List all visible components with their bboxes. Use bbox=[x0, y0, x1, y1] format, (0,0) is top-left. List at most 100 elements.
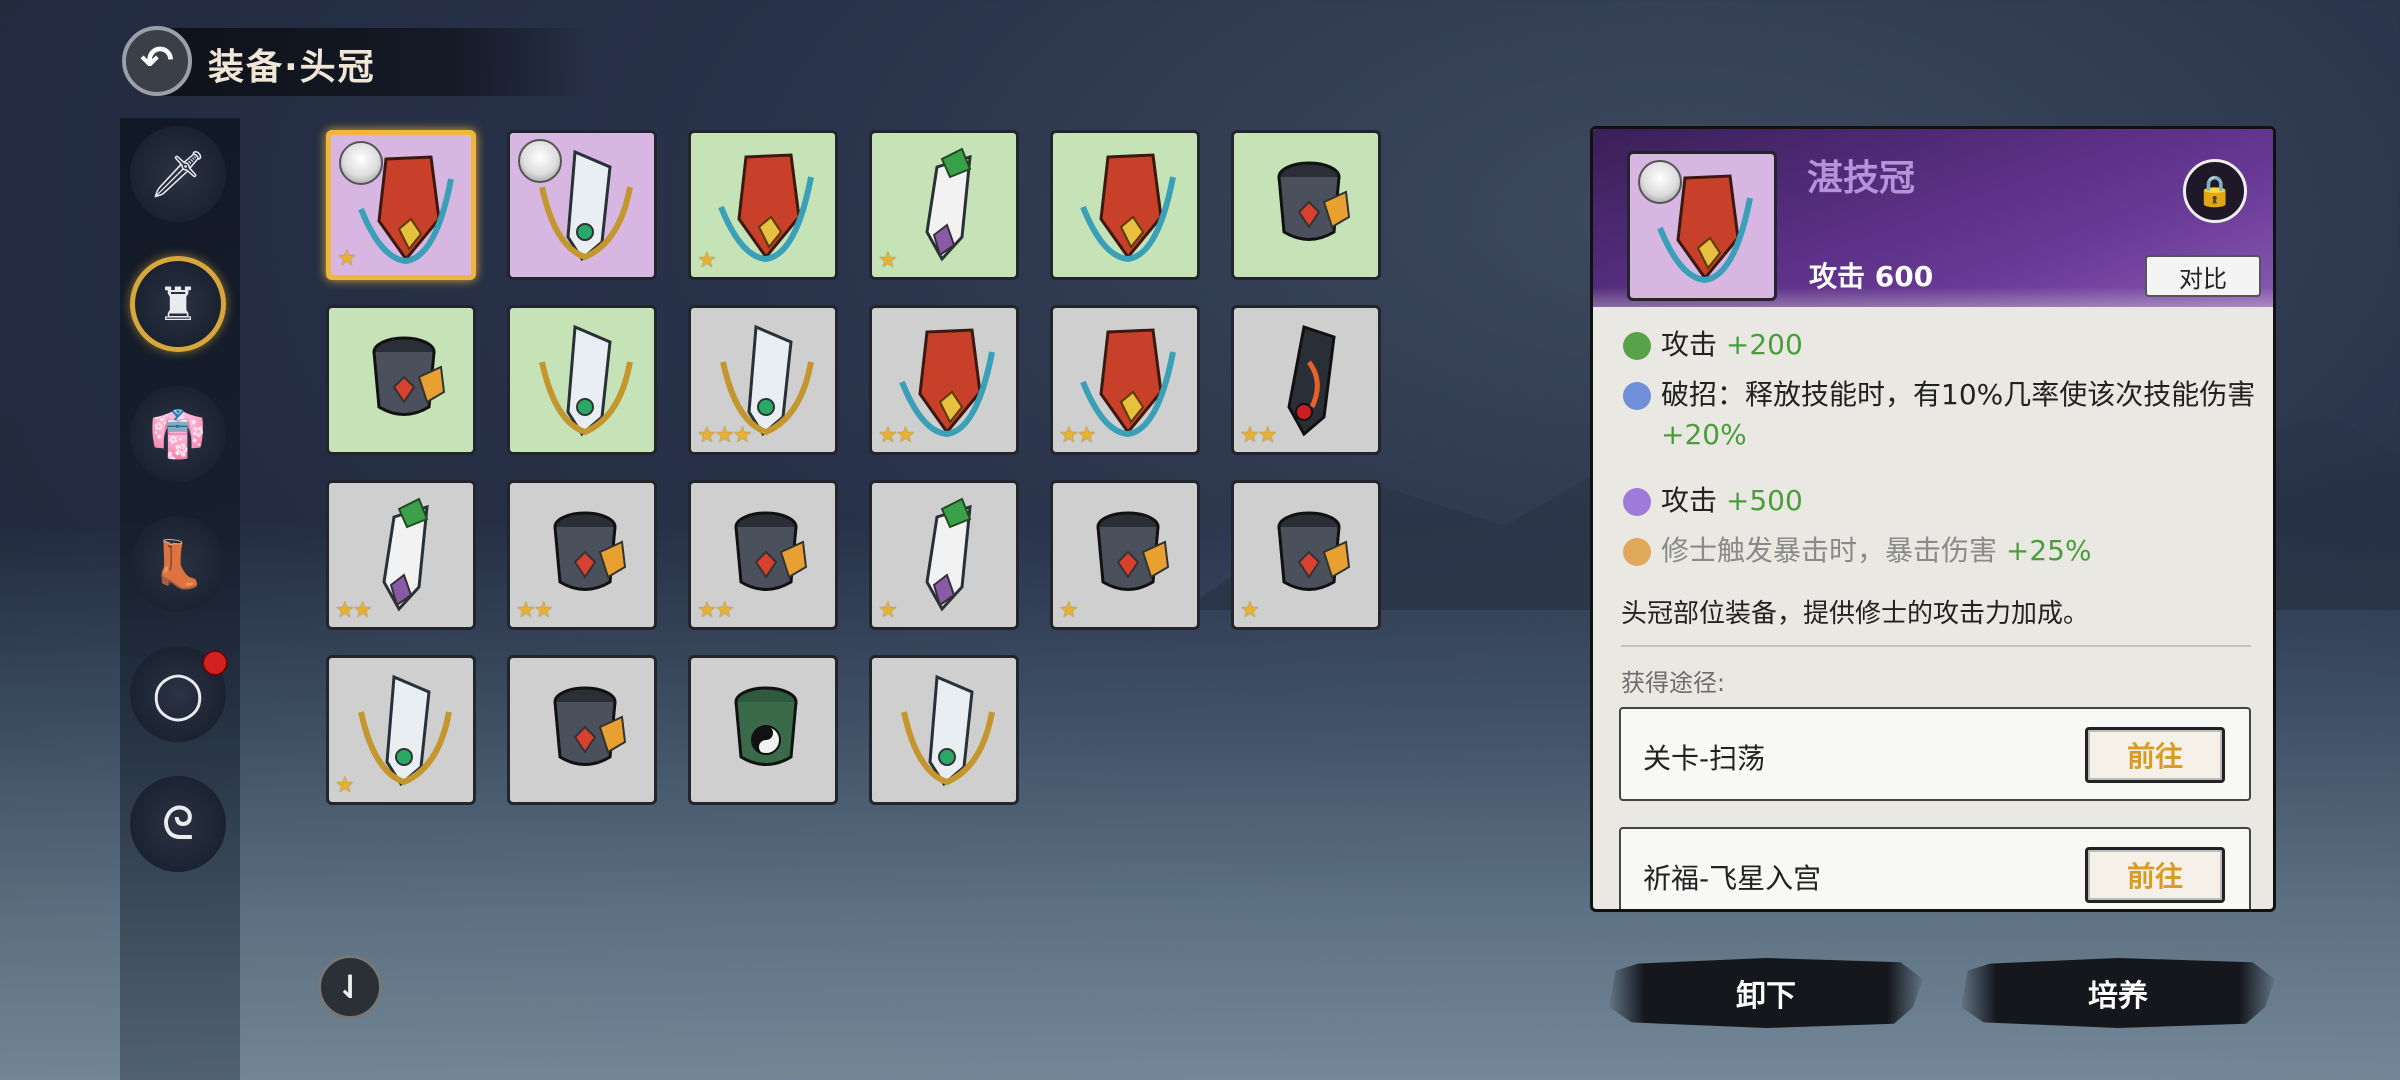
black-crown-icon bbox=[372, 336, 446, 416]
stat-line: 修士触发暴击时，暴击伤害 +25% bbox=[1623, 531, 2243, 571]
stat-text: 修士触发暴击时，暴击伤害 bbox=[1661, 534, 2006, 567]
item-name: 湛技冠 bbox=[1807, 158, 1916, 199]
stat-line: 攻击 +500 bbox=[1623, 481, 2243, 521]
source-label: 关卡-扫荡 bbox=[1643, 742, 1766, 775]
star-rating: ★★★ bbox=[697, 423, 752, 448]
equipment-slot[interactable] bbox=[326, 305, 476, 455]
equipment-slot[interactable] bbox=[869, 655, 1019, 805]
source-row: 祈福-飞星入宫 前往 bbox=[1619, 827, 2251, 909]
sidebar-item-robe[interactable]: 👘 bbox=[130, 386, 226, 482]
green-crown-icon bbox=[925, 147, 972, 262]
go-button[interactable]: 前往 bbox=[2085, 847, 2225, 903]
owner-avatar bbox=[518, 139, 562, 183]
source-label: 祈福-飞星入宫 bbox=[1643, 862, 1822, 895]
equipment-slot[interactable]: ★★ bbox=[688, 480, 838, 630]
star-rating: ★★ bbox=[878, 423, 915, 448]
source-row: 关卡-扫荡 前往 bbox=[1619, 707, 2251, 801]
sidebar-item-pendant[interactable]: ᘓ bbox=[130, 776, 226, 872]
silver-crown-icon bbox=[358, 674, 452, 787]
sidebar-item-boots[interactable]: 👢 bbox=[130, 516, 226, 612]
stat-line: 攻击 +200 bbox=[1623, 325, 2243, 365]
item-attack-value: 攻击 600 bbox=[1809, 260, 1934, 293]
compare-button[interactable]: 对比 bbox=[2145, 255, 2261, 297]
sidebar-item-crown[interactable]: ♜ bbox=[130, 256, 226, 352]
star-rating: ★★ bbox=[1059, 423, 1096, 448]
stat-text: 攻击 bbox=[1661, 484, 1726, 517]
detail-item-icon bbox=[1627, 151, 1777, 301]
lock-icon: 🔒 bbox=[2196, 173, 2234, 209]
stat-text: 攻击 bbox=[1661, 328, 1726, 361]
stat-quality-icon bbox=[1623, 382, 1651, 410]
star-rating: ★ bbox=[335, 773, 355, 798]
ring-icon: ◯ bbox=[152, 667, 204, 721]
unequip-button[interactable]: 卸下 bbox=[1609, 958, 1923, 1028]
equipment-detail-panel: 湛技冠 🔒 攻击 600 对比 攻击 +200 破招：释放技能时，有10%几率使该… bbox=[1590, 126, 2276, 912]
star-rating: ★ bbox=[878, 248, 898, 273]
equipment-slot[interactable]: ★★★ bbox=[688, 305, 838, 455]
back-arrow-icon: ↶ bbox=[140, 38, 174, 84]
equipment-slot[interactable] bbox=[1050, 130, 1200, 280]
equipment-slot[interactable]: ★★ bbox=[326, 480, 476, 630]
equipment-slot[interactable]: ★ bbox=[869, 130, 1019, 280]
stat-line: 破招：释放技能时，有10%几率使该次技能伤害 +20% bbox=[1623, 375, 2261, 455]
star-rating: ★★ bbox=[697, 598, 734, 623]
crown-art-icon bbox=[1657, 174, 1753, 284]
yinyang-crown-icon bbox=[734, 686, 798, 766]
equipment-slot[interactable]: ★★ bbox=[869, 305, 1019, 455]
star-rating: ★ bbox=[878, 598, 898, 623]
pendant-icon: ᘓ bbox=[161, 796, 195, 850]
equipment-slot[interactable]: ★ bbox=[688, 130, 838, 280]
silver-crown-icon bbox=[539, 324, 633, 437]
equipment-slot[interactable] bbox=[507, 655, 657, 805]
stat-bonus: +20% bbox=[1661, 418, 1747, 451]
equipment-slot[interactable]: ★★ bbox=[1050, 305, 1200, 455]
equipment-slot[interactable]: ★ bbox=[869, 480, 1019, 630]
black-crown-icon bbox=[1277, 161, 1351, 241]
star-rating: ★★ bbox=[516, 598, 553, 623]
equipment-slot[interactable]: ★ bbox=[326, 130, 476, 280]
equipment-slot[interactable] bbox=[507, 130, 657, 280]
page-title: 装备·头冠 bbox=[208, 47, 376, 88]
section-divider bbox=[1621, 645, 2251, 647]
crown-icon: ♜ bbox=[157, 277, 199, 331]
boots-icon: 👢 bbox=[149, 536, 207, 591]
robe-icon: 👘 bbox=[149, 406, 207, 461]
item-description: 头冠部位装备，提供修士的攻击力加成。 bbox=[1621, 599, 2090, 629]
stat-quality-icon bbox=[1623, 332, 1651, 360]
star-rating: ★ bbox=[337, 246, 357, 271]
owner-avatar bbox=[339, 141, 383, 185]
lock-button[interactable]: 🔒 bbox=[2183, 159, 2247, 223]
stat-quality-icon bbox=[1623, 538, 1651, 566]
black-crown-icon bbox=[1096, 511, 1170, 591]
black-crown-icon bbox=[1277, 511, 1351, 591]
red-crown-icon bbox=[1080, 153, 1176, 263]
cultivate-button[interactable]: 培养 bbox=[1961, 958, 2275, 1028]
star-rating: ★★ bbox=[335, 598, 372, 623]
equipment-slot[interactable] bbox=[688, 655, 838, 805]
source-title: 获得途径: bbox=[1621, 669, 1726, 697]
equipment-slot[interactable]: ★ bbox=[1231, 480, 1381, 630]
notification-badge bbox=[202, 650, 228, 676]
sword-icon: 🗡 bbox=[148, 146, 208, 201]
sidebar-item-weapon[interactable]: 🗡 bbox=[130, 126, 226, 222]
equipment-slot[interactable]: ★★ bbox=[1231, 305, 1381, 455]
stat-bonus: +25% bbox=[2005, 534, 2092, 567]
equipment-slot[interactable]: ★ bbox=[326, 655, 476, 805]
silver-crown-icon bbox=[901, 674, 995, 787]
star-rating: ★★ bbox=[1240, 423, 1277, 448]
sort-button[interactable]: ⇃ bbox=[318, 955, 382, 1019]
equipment-slot[interactable] bbox=[1231, 130, 1381, 280]
green-crown-icon bbox=[925, 497, 972, 612]
stat-text: 破招：释放技能时，有10%几率使该次技能伤害 bbox=[1661, 378, 2256, 411]
stat-quality-icon bbox=[1623, 488, 1651, 516]
star-rating: ★ bbox=[1059, 598, 1079, 623]
star-rating: ★ bbox=[1240, 598, 1260, 623]
go-button[interactable]: 前往 bbox=[2085, 727, 2225, 783]
equipment-slot[interactable]: ★★ bbox=[507, 480, 657, 630]
stat-bonus: +200 bbox=[1725, 328, 1803, 361]
equipment-slot[interactable]: ★ bbox=[1050, 480, 1200, 630]
stat-bonus: +500 bbox=[1725, 484, 1803, 517]
back-button[interactable]: ↶ bbox=[122, 26, 192, 96]
equipment-slot[interactable] bbox=[507, 305, 657, 455]
black-crown-icon bbox=[553, 686, 627, 766]
